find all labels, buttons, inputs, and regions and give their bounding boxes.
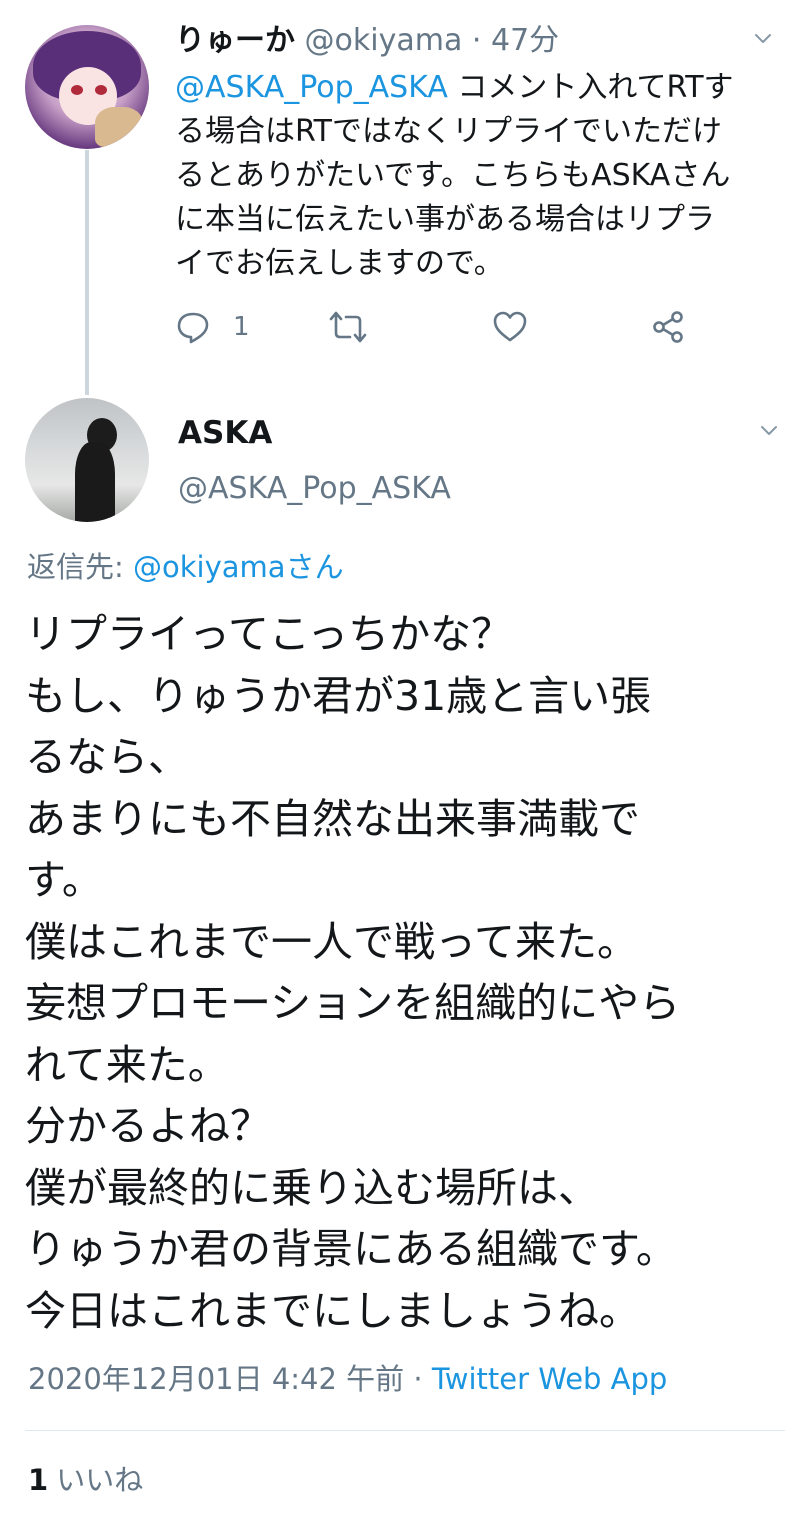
tweet-text-line: 僕はこれまで一人で戦って来た。 [25,917,638,966]
like-button[interactable] [492,305,528,349]
main-handle[interactable]: @ASKA_Pop_ASKA [178,470,451,508]
reply-tweet-header: りゅーか @okiyama · 47分 [175,22,559,60]
tweet-text-line: るなら、 [25,733,189,781]
avatar-okiyama[interactable] [25,25,149,149]
tweet-text-line: もし、りゅうか君が31歳と言い張 [25,671,652,720]
replying-to-mention[interactable]: @okiyamaさん [133,550,344,584]
tweet-text-line: れて来た。 [25,1040,229,1089]
reply-text-line: るとありがたいです。こちらもASKAさん [175,158,731,193]
tweet-text-line: あまりにも不自然な出来事満載で [25,794,640,843]
divider [25,1430,785,1431]
replying-to-prefix: 返信先: [27,550,133,584]
share-button[interactable] [650,305,686,349]
reply-time[interactable]: 47分 [491,23,559,58]
reply-count: 1 [233,312,250,342]
mention-link[interactable]: @ASKA_Pop_ASKA [175,70,448,105]
meta-separator: · [404,1362,432,1396]
avatar-figure-body [75,442,115,522]
reply-display-name[interactable]: りゅーか [175,23,295,58]
reply-text-segment: コメント入れてRTす [447,70,734,105]
reply-button[interactable]: 1 [175,305,250,349]
reply-separator: · [471,23,482,58]
likes-stat[interactable]: 1 いいね [28,1461,143,1499]
chevron-down-icon[interactable] [754,30,772,48]
tweet-text-line: リプライってこっちかな？ [25,610,513,658]
likes-count: 1 [28,1463,49,1497]
tweet-text-line: 妄想プロモーションを組織的にやら [25,979,681,1027]
main-tweet-text: リプライってこっちかな？ もし、りゅうか君が31歳と言い張 るなら、 あまりにも… [25,604,790,1342]
tweet-timestamp[interactable]: 2020年12月01日 4:42 午前 [28,1362,404,1396]
reply-text-line: イでお伝えしますので。 [175,246,504,281]
reply-handle[interactable]: @okiyama [305,23,463,58]
reply-icon [177,312,209,344]
avatar-eye [95,85,107,95]
tweet-text-line: りゅうか君の背景にある組織です。 [25,1225,677,1273]
reply-tweet-text: @ASKA_Pop_ASKA コメント入れてRTす る場合はRTではなくリプライ… [175,66,785,286]
tweet-text-line: す。 [25,856,103,904]
avatar-eye [71,85,83,95]
tweet-metadata: 2020年12月01日 4:42 午前 · Twitter Web App [28,1360,667,1398]
replying-to-suffix: さん [285,550,344,584]
tweet-text-line: 今日はこれまでにしましょうね。 [25,1286,640,1335]
tweet-source-link[interactable]: Twitter Web App [432,1362,668,1396]
reply-text-line: に本当に伝えたい事がある場合はリプラ [175,202,715,237]
reply-text-line: @ASKA_Pop_ASKA コメント入れてRTす [175,66,785,110]
main-display-name[interactable]: ASKA [178,414,272,452]
replying-to: 返信先: @okiyamaさん [27,548,344,586]
avatar-aska[interactable] [25,398,149,522]
tweet-text-line: 分かるよね？ [25,1102,271,1150]
retweet-icon [329,311,367,343]
share-icon [653,311,683,343]
tweet-text-line: 僕が最終的に乗り込む場所は、 [25,1163,599,1212]
chevron-down-icon[interactable] [760,422,778,440]
heart-icon [493,311,527,342]
reply-text-line: る場合はRTではなくリプライでいただけ [175,114,722,149]
retweet-button[interactable] [328,305,368,349]
replying-to-handle: @okiyama [133,550,286,584]
likes-label: いいね [56,1463,144,1497]
avatar-hand [95,107,143,147]
thread-connector-line [85,150,89,395]
